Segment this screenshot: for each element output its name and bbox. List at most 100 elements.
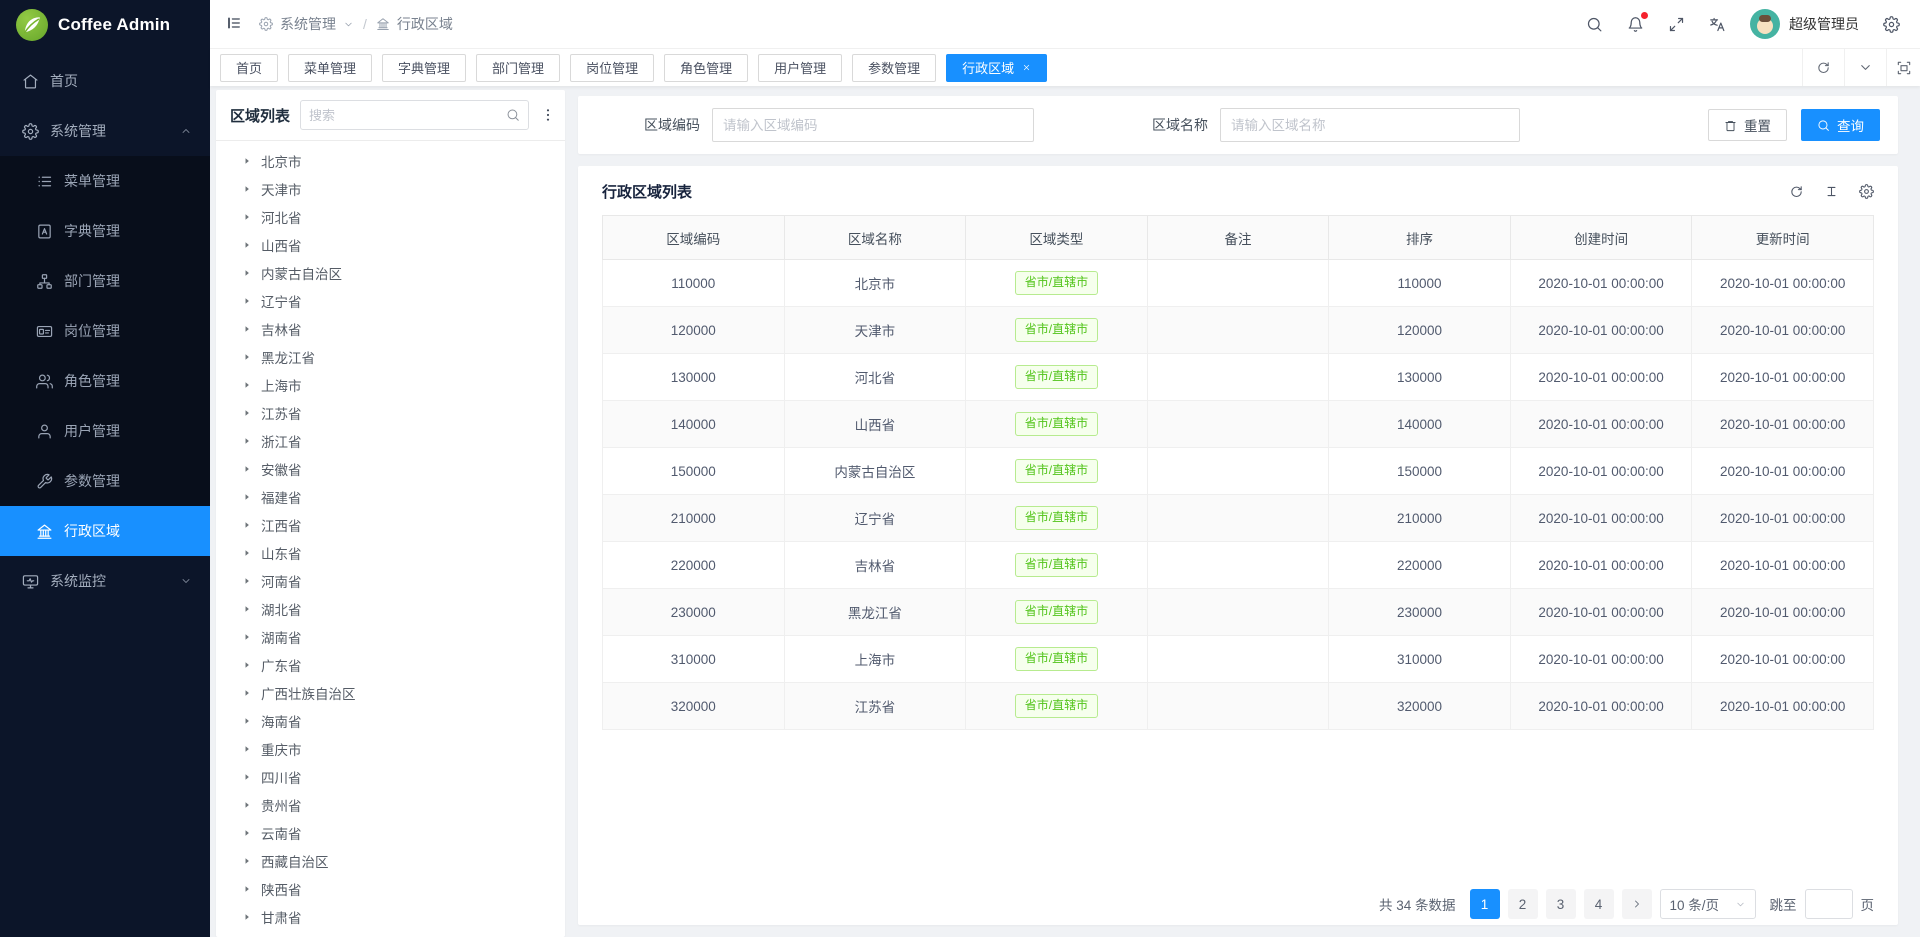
search-icon[interactable] — [498, 101, 528, 129]
tab-dictionary-management[interactable]: 字典管理 — [382, 54, 466, 82]
tree-item[interactable]: 江西省 — [216, 511, 565, 539]
tree-item[interactable]: 广西壮族自治区 — [216, 679, 565, 707]
translate-icon[interactable] — [1709, 16, 1726, 33]
tree-item[interactable]: 江苏省 — [216, 399, 565, 427]
sidebar-item-menu-management[interactable]: 菜单管理 — [0, 156, 210, 206]
page-button-4[interactable]: 4 — [1584, 889, 1614, 919]
tree-item[interactable]: 黑龙江省 — [216, 343, 565, 371]
tab-user-management[interactable]: 用户管理 — [758, 54, 842, 82]
tree-item[interactable]: 湖南省 — [216, 623, 565, 651]
sidebar-item-department-management[interactable]: 部门管理 — [0, 256, 210, 306]
sidebar-item-role-management[interactable]: 角色管理 — [0, 356, 210, 406]
monitor-icon — [22, 573, 39, 590]
bell-icon[interactable] — [1627, 16, 1644, 33]
page-button-1[interactable]: 1 — [1470, 889, 1500, 919]
table-row[interactable]: 220000吉林省省市/直辖市2200002020-10-01 00:00:00… — [603, 542, 1874, 589]
tab-parameter-management[interactable]: 参数管理 — [852, 54, 936, 82]
tree-item[interactable]: 西藏自治区 — [216, 847, 565, 875]
caret-right-icon — [242, 324, 252, 334]
region-table-card: 行政区域列表 区域编码区域名称区域类型备注排序创建时间更新时间 110000北京… — [578, 166, 1898, 925]
table-column-header[interactable]: 区域类型 — [966, 216, 1148, 260]
content-fullscreen-button[interactable] — [1886, 49, 1920, 86]
table-row[interactable]: 140000山西省省市/直辖市1400002020-10-01 00:00:00… — [603, 401, 1874, 448]
gear-icon[interactable] — [1859, 184, 1874, 199]
fullscreen-icon[interactable] — [1668, 16, 1685, 33]
refresh-button[interactable] — [1802, 49, 1844, 86]
tree-item[interactable]: 福建省 — [216, 483, 565, 511]
collapse-sidebar-icon[interactable] — [226, 15, 245, 34]
tree-item[interactable]: 青海省 — [216, 931, 565, 937]
table-column-header[interactable]: 排序 — [1329, 216, 1511, 260]
reset-button[interactable]: 重置 — [1708, 109, 1787, 141]
table-column-header[interactable]: 更新时间 — [1692, 216, 1874, 260]
region-code-input[interactable] — [712, 108, 1034, 142]
app-logo[interactable]: Coffee Admin — [0, 0, 210, 50]
tree-item[interactable]: 河南省 — [216, 567, 565, 595]
table-column-header[interactable]: 备注 — [1147, 216, 1329, 260]
tree-item[interactable]: 云南省 — [216, 819, 565, 847]
sidebar-item-home[interactable]: 首页 — [0, 56, 210, 106]
tab-admin-region[interactable]: 行政区域 — [946, 54, 1047, 82]
sidebar-item-user-management[interactable]: 用户管理 — [0, 406, 210, 456]
table-row[interactable]: 210000辽宁省省市/直辖市2100002020-10-01 00:00:00… — [603, 495, 1874, 542]
tab-menu-management[interactable]: 菜单管理 — [288, 54, 372, 82]
tab-actions-button[interactable] — [1844, 49, 1886, 86]
tree-item[interactable]: 内蒙古自治区 — [216, 259, 565, 287]
tree-item[interactable]: 浙江省 — [216, 427, 565, 455]
tree-item[interactable]: 上海市 — [216, 371, 565, 399]
page-button-3[interactable]: 3 — [1546, 889, 1576, 919]
table-column-header[interactable]: 创建时间 — [1510, 216, 1692, 260]
table-row[interactable]: 310000上海市省市/直辖市3100002020-10-01 00:00:00… — [603, 636, 1874, 683]
table-row[interactable]: 150000内蒙古自治区省市/直辖市1500002020-10-01 00:00… — [603, 448, 1874, 495]
breadcrumb-section[interactable]: 系统管理 — [280, 14, 336, 34]
text-size-icon[interactable] — [1824, 184, 1839, 199]
next-page-button[interactable] — [1622, 889, 1652, 919]
tree-item[interactable]: 吉林省 — [216, 315, 565, 343]
tree-item[interactable]: 贵州省 — [216, 791, 565, 819]
sidebar-item-admin-region[interactable]: 行政区域 — [0, 506, 210, 556]
tree-item[interactable]: 湖北省 — [216, 595, 565, 623]
chevron-down-icon — [1735, 899, 1746, 910]
table-row[interactable]: 110000北京市省市/直辖市1100002020-10-01 00:00:00… — [603, 260, 1874, 307]
sidebar-item-system-monitor[interactable]: 系统监控 — [0, 556, 210, 606]
tree-item[interactable]: 安徽省 — [216, 455, 565, 483]
page-button-2[interactable]: 2 — [1508, 889, 1538, 919]
tree-item[interactable]: 四川省 — [216, 763, 565, 791]
table-column-header[interactable]: 区域名称 — [784, 216, 966, 260]
refresh-icon[interactable] — [1789, 184, 1804, 199]
dots-vertical-icon[interactable] — [539, 107, 557, 123]
tree-item[interactable]: 山西省 — [216, 231, 565, 259]
region-name-input[interactable] — [1220, 108, 1520, 142]
page-size-select[interactable]: 10 条/页 — [1660, 889, 1756, 919]
table-row[interactable]: 230000黑龙江省省市/直辖市2300002020-10-01 00:00:0… — [603, 589, 1874, 636]
tree-item[interactable]: 广东省 — [216, 651, 565, 679]
tree-item[interactable]: 辽宁省 — [216, 287, 565, 315]
settings-gear-icon[interactable] — [1883, 16, 1900, 33]
sidebar-item-parameter-management[interactable]: 参数管理 — [0, 456, 210, 506]
tree-item[interactable]: 河北省 — [216, 203, 565, 231]
tree-item[interactable]: 陕西省 — [216, 875, 565, 903]
table-row[interactable]: 320000江苏省省市/直辖市3200002020-10-01 00:00:00… — [603, 683, 1874, 730]
tree-item[interactable]: 山东省 — [216, 539, 565, 567]
tree-item[interactable]: 海南省 — [216, 707, 565, 735]
sidebar-item-post-management[interactable]: 岗位管理 — [0, 306, 210, 356]
tab-post-management[interactable]: 岗位管理 — [570, 54, 654, 82]
tab-department-management[interactable]: 部门管理 — [476, 54, 560, 82]
sidebar-item-system-management[interactable]: 系统管理 — [0, 106, 210, 156]
sidebar-item-dictionary-management[interactable]: 字典管理 — [0, 206, 210, 256]
table-row[interactable]: 130000河北省省市/直辖市1300002020-10-01 00:00:00… — [603, 354, 1874, 401]
table-row[interactable]: 120000天津市省市/直辖市1200002020-10-01 00:00:00… — [603, 307, 1874, 354]
tree-item[interactable]: 甘肃省 — [216, 903, 565, 931]
user-menu[interactable]: 超级管理员 — [1750, 9, 1859, 39]
search-icon[interactable] — [1586, 16, 1603, 33]
tree-item[interactable]: 北京市 — [216, 147, 565, 175]
jump-to-page-input[interactable] — [1805, 889, 1853, 919]
tab-home[interactable]: 首页 — [220, 54, 278, 82]
query-button[interactable]: 查询 — [1801, 109, 1880, 141]
tab-role-management[interactable]: 角色管理 — [664, 54, 748, 82]
close-icon[interactable] — [1022, 63, 1031, 72]
tree-item[interactable]: 天津市 — [216, 175, 565, 203]
table-column-header[interactable]: 区域编码 — [603, 216, 785, 260]
tree-item[interactable]: 重庆市 — [216, 735, 565, 763]
tree-search-input[interactable] — [301, 108, 498, 123]
